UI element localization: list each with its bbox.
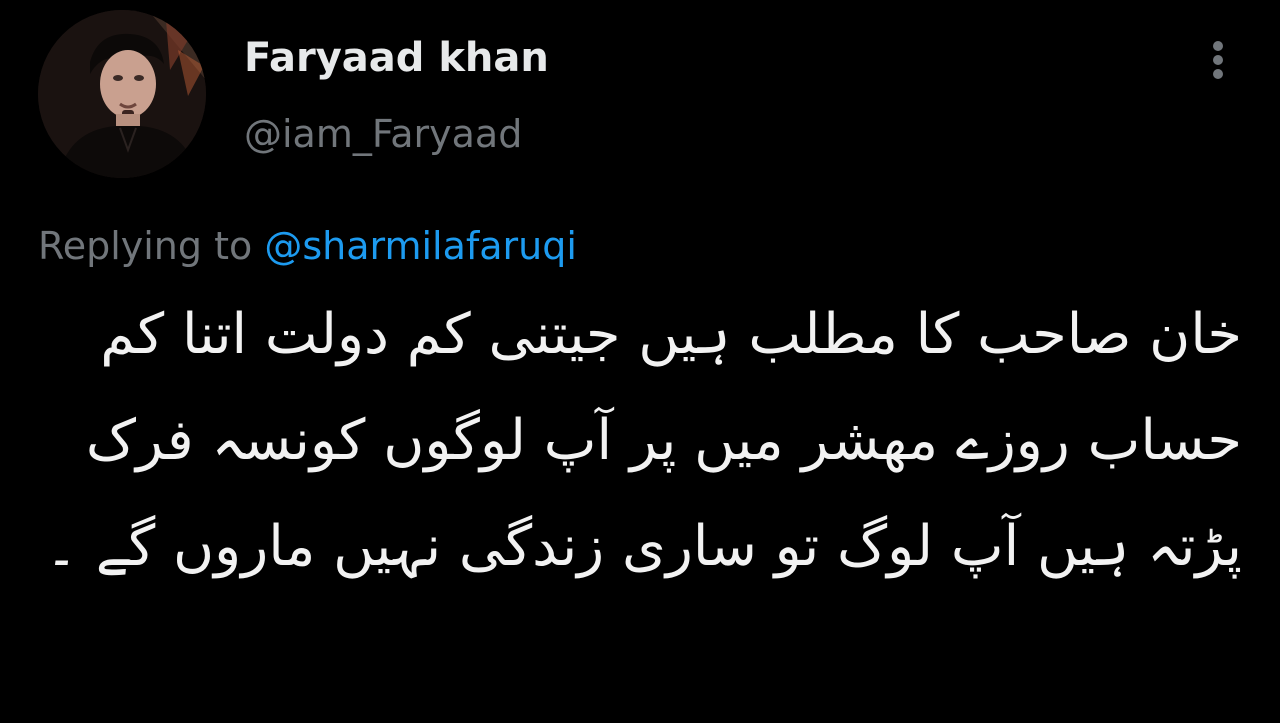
avatar-photo bbox=[38, 10, 206, 178]
avatar[interactable] bbox=[38, 10, 206, 178]
tweet-text: خان صاحب کا مطلب ہیں جیتنی کم دولت اتنا … bbox=[45, 302, 1242, 579]
user-handle[interactable]: @iam_Faryaad bbox=[244, 110, 549, 158]
author-block: Faryaad khan @iam_Faryaad bbox=[244, 32, 549, 158]
display-name[interactable]: Faryaad khan bbox=[244, 32, 549, 84]
more-options-button[interactable] bbox=[1196, 38, 1240, 82]
reply-prefix: Replying to bbox=[38, 224, 253, 268]
tweet: Faryaad khan @iam_Faryaad Replying to @s… bbox=[0, 0, 1280, 723]
more-vertical-icon bbox=[1213, 41, 1223, 79]
reply-mention-link[interactable]: @sharmilafaruqi bbox=[264, 224, 577, 268]
reply-context: Replying to @sharmilafaruqi bbox=[38, 222, 577, 270]
